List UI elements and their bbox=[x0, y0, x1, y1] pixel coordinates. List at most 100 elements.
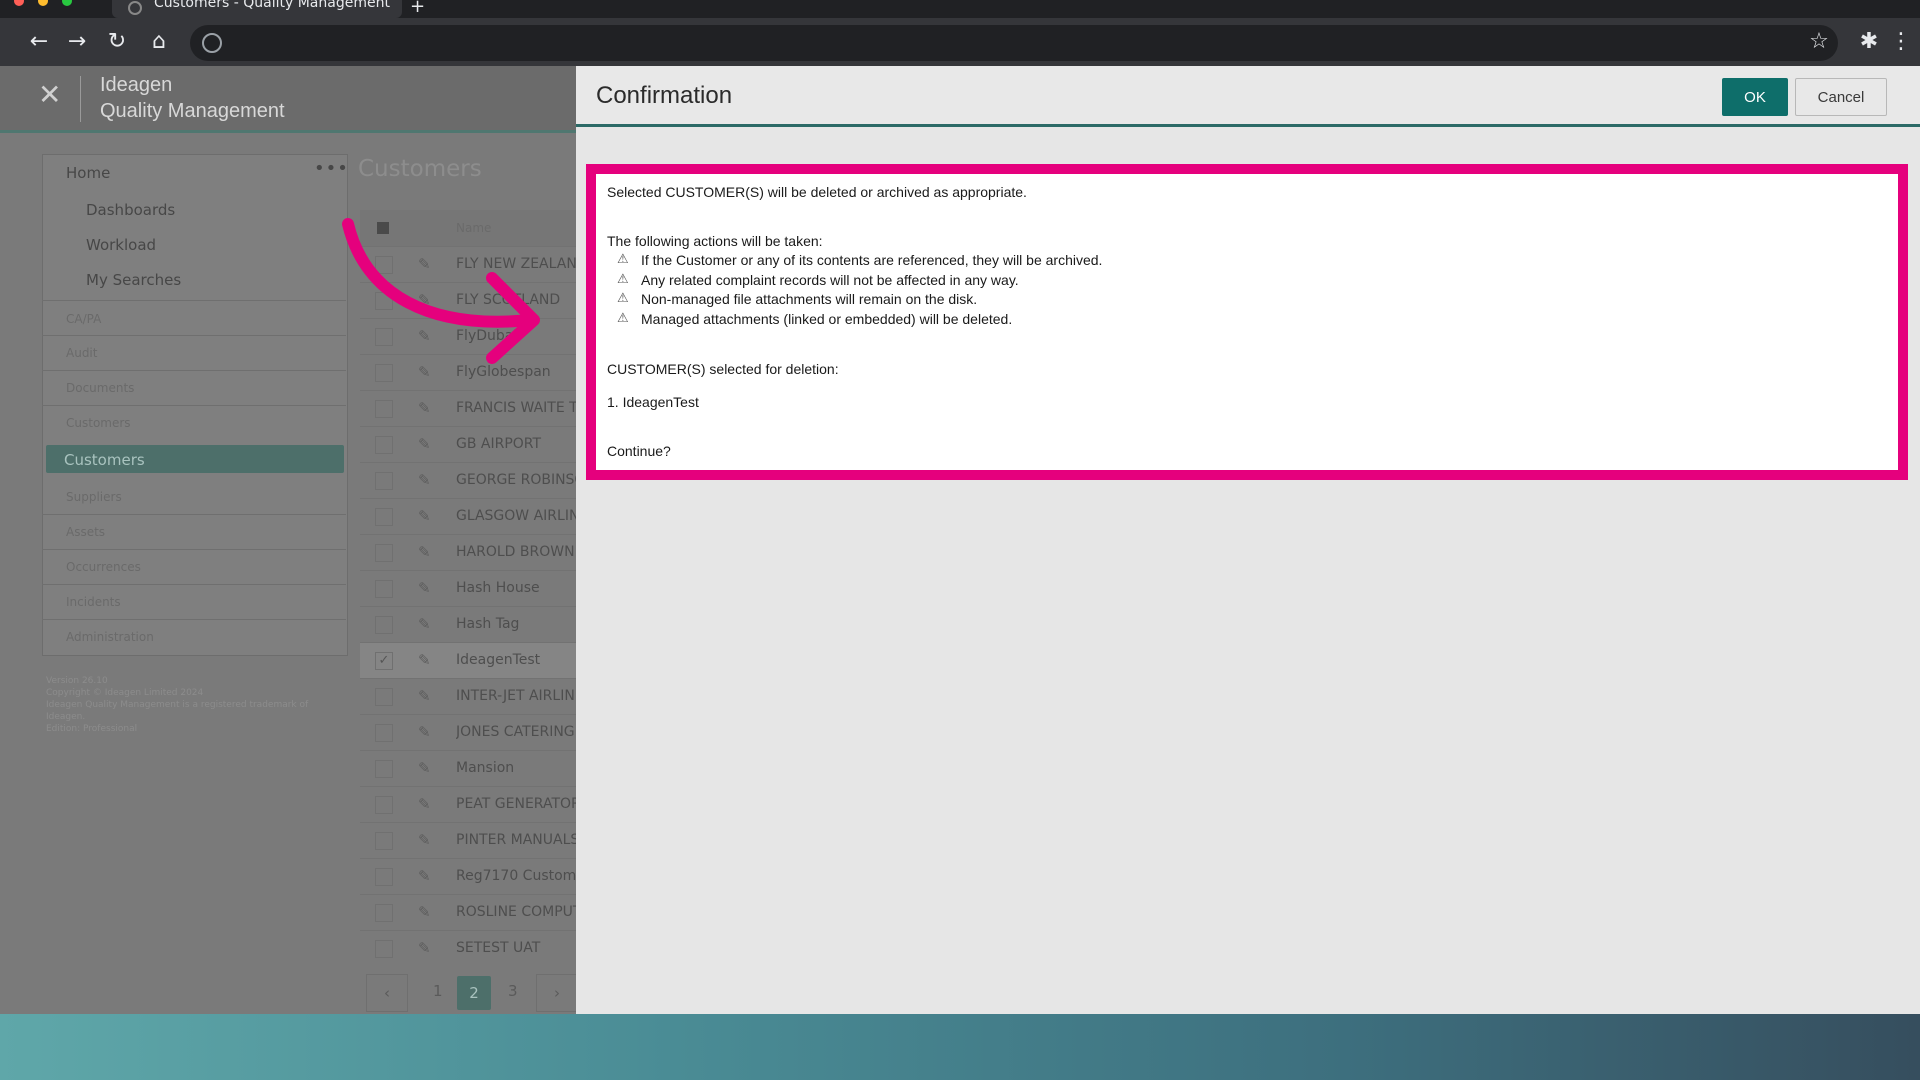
cancel-button[interactable]: Cancel bbox=[1795, 78, 1887, 116]
row-customer-name[interactable]: HAROLD BROWN bbox=[456, 544, 576, 560]
row-checkbox[interactable] bbox=[375, 940, 393, 958]
row-checkbox[interactable] bbox=[375, 904, 393, 922]
tab-favicon-icon bbox=[128, 1, 142, 15]
sidebar-item-occurrences[interactable]: Occurrences bbox=[66, 560, 141, 574]
edit-pencil-icon[interactable]: ✎ bbox=[418, 867, 431, 885]
edit-pencil-icon[interactable]: ✎ bbox=[418, 795, 431, 813]
sidebar-item-my-searches[interactable]: My Searches bbox=[86, 271, 181, 289]
row-checkbox[interactable] bbox=[375, 472, 393, 490]
sidebar-item-workload[interactable]: Workload bbox=[86, 236, 156, 254]
sidebar-item-documents[interactable]: Documents bbox=[66, 381, 134, 395]
row-customer-name[interactable]: Reg7170 Customer bbox=[456, 868, 576, 884]
dialog-title: Confirmation bbox=[596, 82, 733, 109]
row-customer-name[interactable]: GB AIRPORT bbox=[456, 436, 576, 452]
sidebar-item-capa[interactable]: CA/PA bbox=[66, 312, 101, 326]
extensions-icon[interactable]: ✱ bbox=[1854, 18, 1884, 66]
sidebar-divider bbox=[42, 584, 346, 585]
row-customer-name[interactable]: FRANCIS WAITE TRAVEL bbox=[456, 400, 576, 416]
row-customer-name[interactable]: Hash Tag bbox=[456, 616, 576, 632]
message-actions-header: The following actions will be taken: bbox=[607, 233, 823, 249]
edit-pencil-icon[interactable]: ✎ bbox=[418, 651, 431, 669]
address-bar[interactable] bbox=[190, 25, 1838, 61]
home-icon[interactable]: ⌂ bbox=[144, 18, 174, 66]
row-checkbox[interactable] bbox=[375, 832, 393, 850]
edit-pencil-icon[interactable]: ✎ bbox=[418, 903, 431, 921]
row-customer-name[interactable]: Mansion bbox=[456, 760, 576, 776]
row-checkbox[interactable] bbox=[375, 544, 393, 562]
edit-pencil-icon[interactable]: ✎ bbox=[418, 723, 431, 741]
row-customer-name[interactable]: IdeagenTest bbox=[456, 652, 576, 668]
confirmation-header bbox=[576, 66, 1920, 126]
bookmark-star-icon[interactable]: ☆ bbox=[1804, 18, 1834, 66]
sidebar-item-incidents[interactable]: Incidents bbox=[66, 595, 121, 609]
tutorial-arrow-icon bbox=[342, 218, 540, 364]
tab-title: Customers - Quality Management bbox=[154, 0, 390, 11]
row-customer-name[interactable]: Hash House bbox=[456, 580, 576, 596]
row-customer-name[interactable]: PINTER MANUALS bbox=[456, 832, 576, 848]
row-customer-name[interactable]: ROSLINE COMPUTERS bbox=[456, 904, 576, 920]
pager-page-2-current[interactable]: 2 bbox=[457, 976, 491, 1010]
row-checkbox[interactable] bbox=[375, 400, 393, 418]
page-title: Customers bbox=[358, 156, 482, 182]
action-item: Any related complaint records will not b… bbox=[641, 272, 1019, 288]
row-checkbox[interactable] bbox=[375, 760, 393, 778]
pager-page-3[interactable]: 3 bbox=[508, 982, 518, 1000]
footer-edition: Edition: Professional bbox=[46, 724, 138, 734]
row-checkbox[interactable] bbox=[375, 616, 393, 634]
edit-pencil-icon[interactable]: ✎ bbox=[418, 939, 431, 957]
edit-pencil-icon[interactable]: ✎ bbox=[418, 543, 431, 561]
row-checkbox[interactable] bbox=[375, 796, 393, 814]
row-checkbox[interactable] bbox=[375, 868, 393, 886]
row-customer-name[interactable]: INTER-JET AIRLINES bbox=[456, 688, 576, 704]
reload-icon[interactable]: ↻ bbox=[102, 18, 132, 66]
pager-next-button[interactable]: › bbox=[536, 974, 578, 1012]
sidebar-item-audit[interactable]: Audit bbox=[66, 346, 97, 360]
edit-pencil-icon[interactable]: ✎ bbox=[418, 831, 431, 849]
action-item: Non-managed file attachments will remain… bbox=[641, 291, 978, 307]
row-checkbox[interactable] bbox=[375, 688, 393, 706]
row-checkbox[interactable]: ✓ bbox=[375, 652, 393, 670]
row-customer-name[interactable]: GEORGE ROBINSON bbox=[456, 472, 576, 488]
sidebar-divider bbox=[42, 335, 346, 336]
row-customer-name[interactable]: SETEST UAT bbox=[456, 940, 576, 956]
sidebar-divider bbox=[42, 514, 346, 515]
sidebar-item-administration[interactable]: Administration bbox=[66, 630, 154, 644]
forward-icon[interactable]: → bbox=[62, 18, 92, 66]
row-customer-name[interactable]: JONES CATERING bbox=[456, 724, 576, 740]
warning-icon: ⚠ bbox=[617, 252, 629, 267]
sidebar-item-customers-group[interactable]: Customers bbox=[66, 416, 131, 430]
row-customer-name[interactable]: PEAT GENERATORS bbox=[456, 796, 576, 812]
footer-trademark-owner: Ideagen. bbox=[46, 712, 86, 722]
warning-icon: ⚠ bbox=[617, 272, 629, 287]
row-checkbox[interactable] bbox=[375, 580, 393, 598]
row-checkbox[interactable] bbox=[375, 724, 393, 742]
row-checkbox[interactable] bbox=[375, 508, 393, 526]
row-checkbox[interactable] bbox=[375, 436, 393, 454]
edit-pencil-icon[interactable]: ✎ bbox=[418, 687, 431, 705]
browser-menu-icon[interactable]: ⋮ bbox=[1886, 18, 1916, 66]
close-icon[interactable]: ✕ bbox=[38, 78, 61, 111]
sidebar-item-customers-label: Customers bbox=[64, 451, 145, 469]
edit-pencil-icon[interactable]: ✎ bbox=[418, 615, 431, 633]
sidebar-item-assets[interactable]: Assets bbox=[66, 525, 105, 539]
site-info-icon[interactable] bbox=[202, 33, 222, 53]
pager-prev-button[interactable]: ‹ bbox=[366, 974, 408, 1012]
more-options-icon[interactable]: ••• bbox=[314, 158, 349, 179]
edit-pencil-icon[interactable]: ✎ bbox=[418, 507, 431, 525]
sidebar-item-dashboards[interactable]: Dashboards bbox=[86, 201, 175, 219]
edit-pencil-icon[interactable]: ✎ bbox=[418, 759, 431, 777]
sidebar-divider bbox=[42, 370, 346, 371]
new-tab-icon[interactable]: + bbox=[410, 0, 425, 17]
row-customer-name[interactable]: GLASGOW AIRLINES bbox=[456, 508, 576, 524]
ok-button[interactable]: OK bbox=[1722, 78, 1788, 116]
footer-version: Version 26.10 bbox=[46, 676, 108, 686]
edit-pencil-icon[interactable]: ✎ bbox=[418, 399, 431, 417]
edit-pencil-icon[interactable]: ✎ bbox=[418, 579, 431, 597]
pager-page-1[interactable]: 1 bbox=[433, 982, 443, 1000]
sidebar-item-suppliers[interactable]: Suppliers bbox=[66, 490, 122, 504]
sidebar-item-home[interactable]: Home bbox=[66, 164, 110, 182]
edit-pencil-icon[interactable]: ✎ bbox=[418, 435, 431, 453]
edit-pencil-icon[interactable]: ✎ bbox=[418, 471, 431, 489]
logo-product-name: Quality Management bbox=[100, 100, 285, 122]
back-icon[interactable]: ← bbox=[24, 18, 54, 66]
